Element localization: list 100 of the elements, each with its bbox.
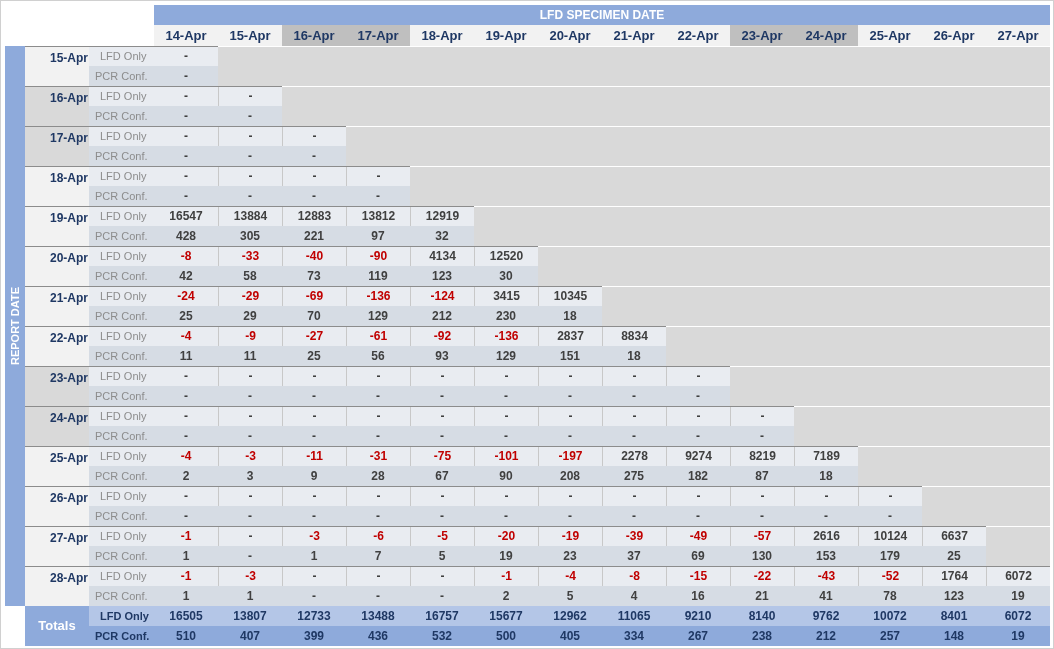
table-cell-text: 305	[239, 228, 261, 245]
table-cell-text: 208	[559, 468, 581, 485]
table-cell-text: -	[247, 428, 253, 445]
row-label: 19-Apr	[25, 206, 89, 246]
table-cell-text: 428	[175, 228, 197, 245]
column-header: 20-Apr	[538, 25, 602, 46]
table-cell-text: -	[759, 508, 765, 525]
table-cell-text: -	[631, 508, 637, 525]
total-cell-text: 9210	[683, 608, 713, 625]
table-cell-text: 275	[623, 468, 645, 485]
row-sublabel: LFD Only	[99, 289, 148, 304]
table-cell-text: 1	[309, 548, 319, 565]
table-cell-text: -	[247, 508, 253, 525]
table-cell-text: -	[311, 508, 317, 525]
table-cell-text: -	[567, 388, 573, 405]
table-cell-text: -	[183, 168, 189, 185]
table-cell-text: -	[439, 428, 445, 445]
table-cell-text: 16	[690, 588, 706, 605]
table-cell-text: -4	[179, 328, 193, 345]
total-cell-text: 13488	[360, 608, 396, 625]
column-header: 16-Apr	[282, 25, 346, 46]
total-cell-text: 257	[879, 628, 901, 645]
table-cell-text: -	[183, 48, 189, 65]
table-cell-text: -	[183, 188, 189, 205]
table-cell-text: -	[887, 508, 893, 525]
table-cell-text: 28	[370, 468, 386, 485]
table-cell-text: 151	[559, 348, 581, 365]
row-sublabel: LFD Only	[99, 89, 148, 104]
total-cell-text: 6072	[1003, 608, 1033, 625]
table-cell-text: -	[823, 508, 829, 525]
table-cell-text: -1	[179, 568, 193, 585]
table-cell-text: 1	[245, 588, 255, 605]
column-header: 24-Apr	[794, 25, 858, 46]
total-cell-text: 407	[239, 628, 261, 645]
column-header: 17-Apr	[346, 25, 410, 46]
table-cell-text: -	[695, 508, 701, 525]
row-sublabel: LFD Only	[99, 609, 150, 624]
total-cell-text: 405	[559, 628, 581, 645]
table-cell-text: 3	[245, 468, 255, 485]
table-cell-text: -	[439, 508, 445, 525]
table-cell-text: -	[183, 408, 189, 425]
table-cell-text: 23	[562, 548, 578, 565]
table-cell-text: -	[183, 368, 189, 385]
row-sublabel: PCR Conf.	[94, 469, 149, 484]
total-cell-text: 12962	[552, 608, 588, 625]
table-cell-text: 90	[498, 468, 514, 485]
table-cell-text: 70	[306, 308, 322, 325]
table-cell-text: 19	[1010, 588, 1026, 605]
table-cell-text: 5	[437, 548, 447, 565]
total-cell-text: 267	[687, 628, 709, 645]
table-cell-text: -	[183, 508, 189, 525]
table-cell-text: 230	[495, 308, 517, 325]
table-cell-text: 1	[181, 548, 191, 565]
table-cell-text: 11	[178, 348, 194, 365]
row-label: 21-Apr	[25, 286, 89, 326]
table-cell-text: 129	[367, 308, 389, 325]
table-cell-text: -1	[179, 528, 193, 545]
column-header: 22-Apr	[666, 25, 730, 46]
row-label: 24-Apr	[25, 406, 89, 446]
column-header: 19-Apr	[474, 25, 538, 46]
table-cell-text: -	[247, 388, 253, 405]
table-cell-text: -	[567, 428, 573, 445]
row-label: 17-Apr	[25, 126, 89, 166]
table-cell-text: 58	[242, 268, 258, 285]
table-cell-text: -	[695, 388, 701, 405]
table-cell-text: 18	[562, 308, 578, 325]
header-title: LFD SPECIMEN DATE	[154, 5, 1050, 25]
table-cell-text: -	[503, 508, 509, 525]
total-cell-text: 10072	[872, 608, 908, 625]
total-cell-text: 16757	[424, 608, 460, 625]
table-cell-text: -	[311, 388, 317, 405]
table-cell-text: -	[183, 68, 189, 85]
table-cell-text: -	[631, 428, 637, 445]
table-cell-text: 16547	[168, 208, 204, 225]
table-cell-text: 30	[498, 268, 514, 285]
total-cell-text: 532	[431, 628, 453, 645]
row-sublabel: PCR Conf.	[94, 69, 149, 84]
table-cell-text: 123	[431, 268, 453, 285]
row-sublabel: PCR Conf.	[94, 629, 151, 644]
table-cell-text: -	[183, 488, 189, 505]
row-sublabel: LFD Only	[99, 329, 148, 344]
row-sublabel: PCR Conf.	[94, 309, 149, 324]
column-header: 14-Apr	[154, 25, 218, 46]
table-cell-text: -	[183, 388, 189, 405]
table-cell-text: -	[375, 188, 381, 205]
table-cell-text: -	[311, 148, 317, 165]
table-cell-text: 2	[181, 468, 191, 485]
row-sublabel: PCR Conf.	[94, 389, 149, 404]
table-cell-text: -	[247, 188, 253, 205]
row-sublabel: PCR Conf.	[94, 229, 149, 244]
table-cell-text: 5	[565, 588, 575, 605]
table-cell-text: 18	[818, 468, 834, 485]
row-sublabel: LFD Only	[99, 489, 148, 504]
row-label: 25-Apr	[25, 446, 89, 486]
total-cell-text: 13807	[232, 608, 268, 625]
table-cell-text: 2	[501, 588, 511, 605]
row-label: 18-Apr	[25, 166, 89, 206]
row-sublabel: PCR Conf.	[94, 429, 149, 444]
table-cell-text: 19	[498, 548, 514, 565]
table-cell-text: 25	[178, 308, 194, 325]
